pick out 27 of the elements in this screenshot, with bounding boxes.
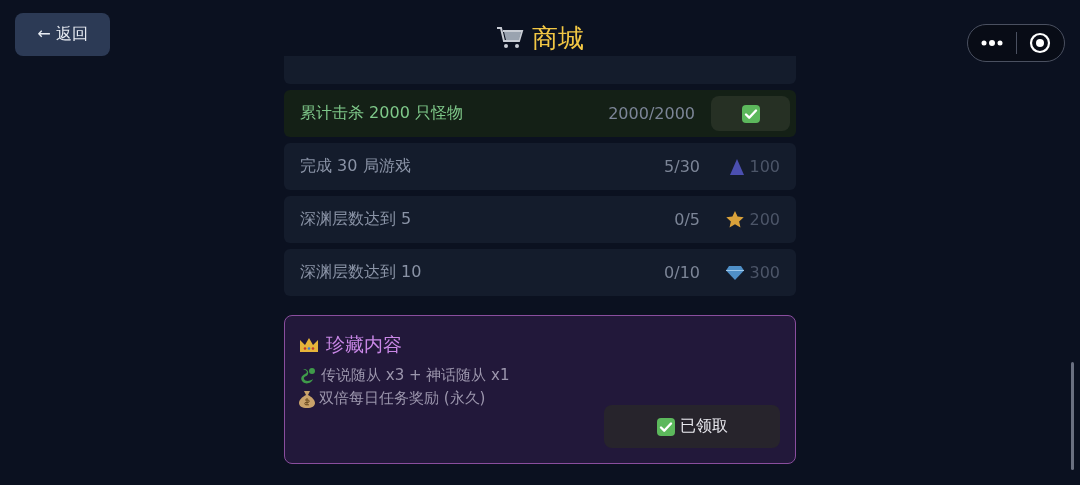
task-name: 深渊层数达到 10 <box>300 262 423 283</box>
checkmark-icon <box>741 104 760 123</box>
crown-icon <box>299 337 319 353</box>
task-progress: 0/10 <box>664 263 700 282</box>
page-title: 商城 <box>532 21 584 55</box>
reward-amount: 100 <box>749 157 780 176</box>
task-progress: 5/30 <box>664 157 700 176</box>
checkmark-icon <box>656 417 675 436</box>
money-bag-icon <box>299 389 315 408</box>
cart-icon <box>496 26 524 50</box>
gem-icon <box>726 265 745 280</box>
reward-amount: 200 <box>749 210 780 229</box>
task-name: 深渊层数达到 5 <box>300 209 413 230</box>
reward-amount: 300 <box>749 263 780 282</box>
claimed-button[interactable] <box>711 96 790 131</box>
claimed-button[interactable]: 已领取 <box>604 405 780 448</box>
perk-text: 传说随从 x3 + 神话随从 x1 <box>321 366 510 385</box>
more-icon[interactable] <box>980 40 1003 46</box>
perk-text: 双倍每日任务奖励 (永久) <box>319 389 486 408</box>
task-name: 累计击杀 2000 只怪物 <box>300 103 464 124</box>
close-icon[interactable] <box>1029 32 1052 54</box>
task-name: 完成 30 局游戏 <box>300 156 412 177</box>
triangle-icon <box>730 158 745 175</box>
bundle-title: 珍藏内容 <box>326 332 402 357</box>
task-progress: 0/5 <box>674 210 700 229</box>
star-icon <box>726 211 745 228</box>
back-button[interactable]: ← 返回 <box>15 13 110 56</box>
